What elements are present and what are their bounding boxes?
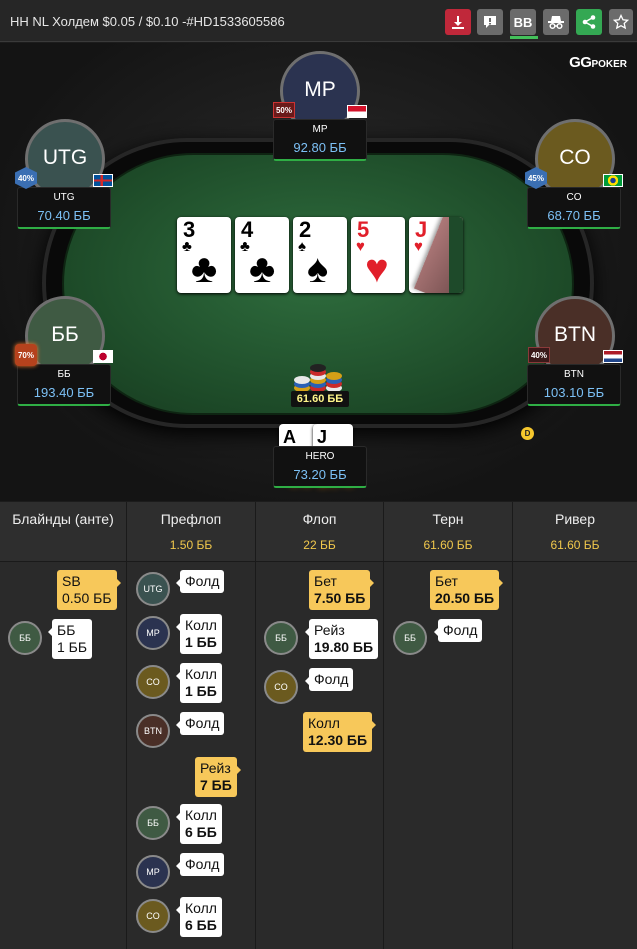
action-bubble: Колл 1 ББ: [176, 663, 222, 703]
seat-mp-plate: MP 92.80 ББ: [273, 119, 367, 161]
seat-mp-name: MP: [312, 124, 328, 135]
column-header-blinds: Блайнды (анте): [0, 502, 127, 562]
header-bar: HH NL Холдем $0.05 / $0.10 -#HD153360558…: [0, 0, 637, 42]
pot-chip-stack-icon: [290, 361, 350, 395]
action-avatar-btn[interactable]: BTN: [136, 714, 170, 748]
action-avatar-co[interactable]: CO: [136, 899, 170, 933]
iceland-flag-icon: [93, 174, 113, 187]
action-bubble: Фолд: [175, 712, 225, 735]
seat-co-label: CO: [559, 146, 591, 169]
action-bubble: Рейз 19.80 ББ: [304, 619, 379, 659]
action-bubble: Колл 1 ББ: [176, 614, 222, 654]
hand-title: HH NL Холдем $0.05 / $0.10 -#HD153360558…: [10, 14, 285, 29]
action-bubble: Колл 6 ББ: [176, 897, 222, 937]
board-card-4: 5 ♥ ♥: [351, 217, 405, 293]
action-avatar-bb[interactable]: ББ: [8, 621, 42, 655]
seat-co-name: CO: [566, 192, 582, 203]
ggpoker-logo: GGPOKER: [569, 54, 627, 71]
seat-btn-percentile-badge: 40%: [528, 347, 550, 363]
seat-btn-name: BTN: [564, 369, 584, 380]
action-bubble-hero: Бет 7.50 ББ: [309, 570, 375, 610]
action-bubble: Фолд: [175, 570, 225, 593]
seat-utg-name: UTG: [53, 192, 75, 203]
action-bubble: Фолд: [433, 619, 483, 642]
star-icon: [613, 14, 629, 30]
seat-hero-plate: HERO 73.20 ББ: [273, 446, 367, 488]
japan-flag-icon: [93, 350, 113, 363]
action-bubble-hero: Бет 20.50 ББ: [430, 570, 504, 610]
board-card-2: 4 ♣ ♣: [235, 217, 289, 293]
anonymize-button[interactable]: [543, 9, 569, 35]
board-card-1: 3 ♣ ♣: [177, 217, 231, 293]
seat-bb-plate: ББ 193.40 ББ: [17, 364, 111, 406]
action-bubble-hero: Колл 12.30 ББ: [303, 712, 377, 752]
action-avatar-mp[interactable]: MP: [136, 855, 170, 889]
report-button[interactable]: [477, 9, 503, 35]
board-card-3: 2 ♠ ♠: [293, 217, 347, 293]
seat-co-plate: CO 68.70 ББ: [527, 187, 621, 229]
action-sb-blind: SB 0.50 ББ: [57, 570, 121, 610]
seat-utg-plate: UTG 70.40 ББ: [17, 187, 111, 229]
pot-amount: 61.60 ББ: [291, 391, 349, 407]
action-avatar-mp[interactable]: MP: [136, 616, 170, 650]
column-river: [513, 562, 637, 949]
bb-toggle-button[interactable]: BB: [510, 9, 536, 35]
bb-active-indicator: [510, 36, 538, 39]
seat-mp-label: MP: [304, 78, 336, 101]
action-bubble: Колл 6 ББ: [176, 804, 222, 844]
seat-btn-plate: BTN 103.10 ББ: [527, 364, 621, 406]
favorite-button[interactable]: [609, 9, 633, 35]
seat-mp-percentile-badge: 50%: [273, 102, 295, 118]
card-peel-shadow: [449, 217, 463, 293]
column-header-turn: Терн 61.60 ББ: [384, 502, 513, 562]
seat-bb-stack: 193.40 ББ: [33, 385, 95, 400]
seat-hero-name: HERO: [305, 451, 335, 462]
action-bubble-hero: Рейз 7 ББ: [195, 757, 241, 797]
netherlands-flag-icon: [603, 350, 623, 363]
action-bubble: Фолд: [175, 853, 225, 876]
board-card-5[interactable]: J ♥: [409, 217, 463, 293]
report-icon: [484, 16, 496, 28]
seat-utg-label: UTG: [42, 146, 88, 169]
action-avatar-bb[interactable]: ББ: [136, 806, 170, 840]
seat-mp-stack: 92.80 ББ: [293, 140, 347, 155]
seat-bb-percentile-badge: 70%: [15, 344, 37, 366]
column-header-river: Ривер 61.60 ББ: [513, 502, 637, 562]
download-icon: [452, 16, 464, 29]
action-avatar-co[interactable]: CO: [264, 670, 298, 704]
seat-btn-label: BTN: [554, 323, 596, 346]
share-icon: [582, 15, 596, 29]
incognito-icon: [548, 16, 564, 30]
action-avatar-bb[interactable]: ББ: [264, 621, 298, 655]
seat-hero-stack: 73.20 ББ: [293, 467, 347, 482]
seat-btn-stack: 103.10 ББ: [543, 385, 605, 400]
action-bb-blind: ББ 1 ББ: [47, 619, 93, 659]
download-button[interactable]: [445, 9, 471, 35]
brazil-flag-icon: [603, 174, 623, 187]
action-avatar-co[interactable]: CO: [136, 665, 170, 699]
action-avatar-bb[interactable]: ББ: [393, 621, 427, 655]
column-header-preflop: Префлоп 1.50 ББ: [127, 502, 256, 562]
indonesia-flag-icon: [347, 105, 367, 118]
poker-table-view: GGPOKER MP MP 92.80 ББ 50% UTG UTG 70.40…: [0, 43, 637, 501]
share-button[interactable]: [576, 9, 602, 35]
action-avatar-utg[interactable]: UTG: [136, 572, 170, 606]
seat-co-stack: 68.70 ББ: [547, 208, 601, 223]
dealer-button: D: [521, 427, 534, 440]
column-header-flop: Флоп 22 ББ: [256, 502, 384, 562]
action-bubble: Фолд: [304, 668, 354, 691]
seat-bb-label: ББ: [51, 323, 79, 346]
seat-utg-stack: 70.40 ББ: [37, 208, 91, 223]
seat-bb-name: ББ: [57, 369, 71, 380]
action-history-panel: Блайнды (анте) Префлоп 1.50 ББ Флоп 22 Б…: [0, 502, 637, 949]
